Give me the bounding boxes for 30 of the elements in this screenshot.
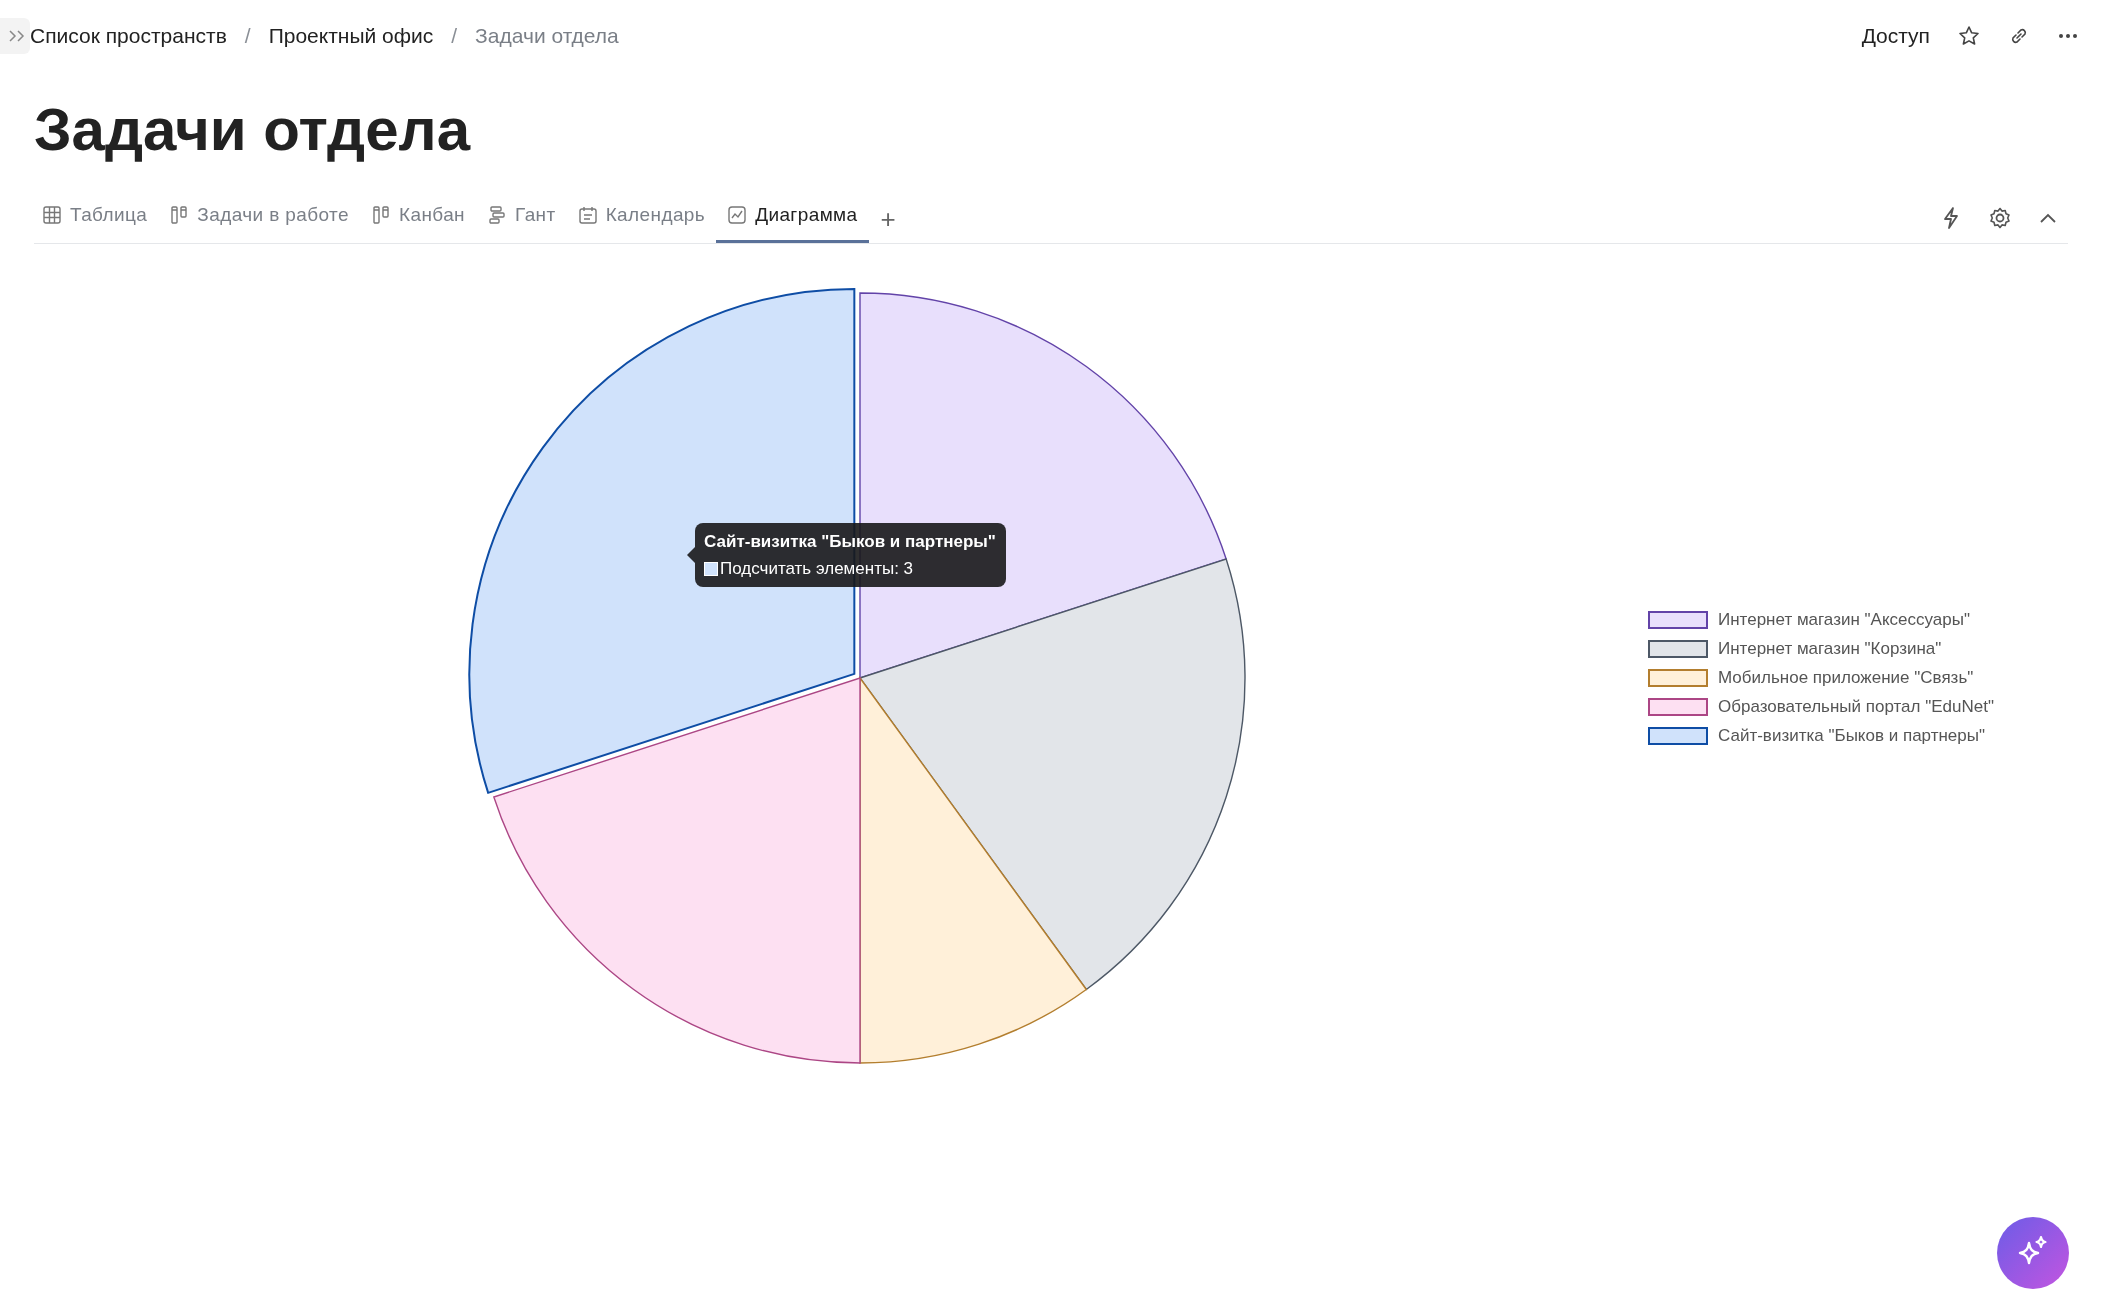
settings-icon[interactable] [1988,205,2012,230]
chart-icon [727,205,748,225]
breadcrumb-link[interactable]: Проектный офис [268,24,434,48]
page-title: Задачи отдела [34,100,472,160]
tooltip-title: Сайт-визитка "Быков и партнеры" [704,532,996,552]
breadcrumb-link[interactable]: Задачи отдела [475,24,619,48]
view-tab[interactable]: Диаграмма [716,192,869,243]
legend-label: Образовательный портал "EduNet" [1718,697,1994,717]
view-tab[interactable]: Календарь [566,192,717,243]
view-tab[interactable]: Гант [476,192,567,243]
view-tab[interactable]: Задачи в работе [158,192,360,243]
calendar-icon [577,205,598,225]
legend-label: Интернет магазин "Корзина" [1718,639,1942,659]
breadcrumb-separator: / [244,24,251,48]
view-tab[interactable]: Канбан [360,192,477,243]
breadcrumb-separator: / [451,24,458,48]
add-view-button[interactable]: + [868,204,908,235]
access-button[interactable]: Доступ [1861,24,1930,48]
gantt-icon [487,205,508,225]
legend-label: Интернет магазин "Аксессуары" [1718,610,1970,630]
tooltip-value: Подсчитать элементы: 3 [720,559,914,579]
board-icon [169,205,190,225]
star-icon[interactable] [1958,25,1980,47]
breadcrumb-link[interactable]: Список пространств [30,24,227,48]
more-icon[interactable] [2058,33,2078,39]
board-icon [371,205,391,225]
legend-label: Мобильное приложение "Связь" [1718,668,1974,688]
table-icon [42,205,62,225]
view-tab[interactable]: Таблица [34,192,159,243]
legend-label: Сайт-визитка "Быков и партнеры" [1718,726,1985,746]
